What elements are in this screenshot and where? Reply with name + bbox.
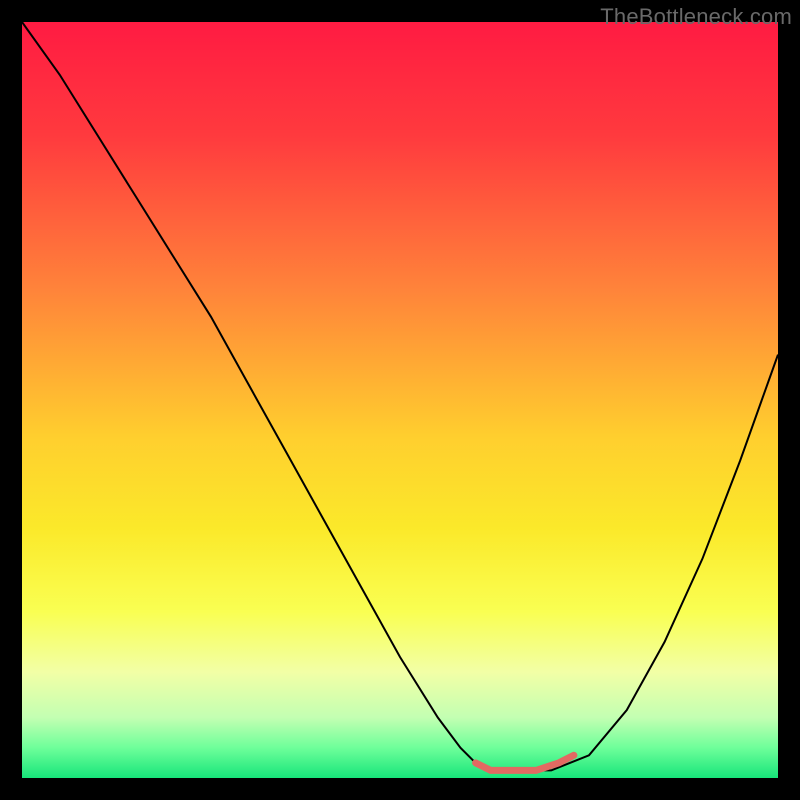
- watermark: TheBottleneck.com: [600, 4, 792, 30]
- plot-area: [22, 22, 778, 778]
- chart-frame: TheBottleneck.com: [0, 0, 800, 800]
- background-gradient: [22, 22, 778, 778]
